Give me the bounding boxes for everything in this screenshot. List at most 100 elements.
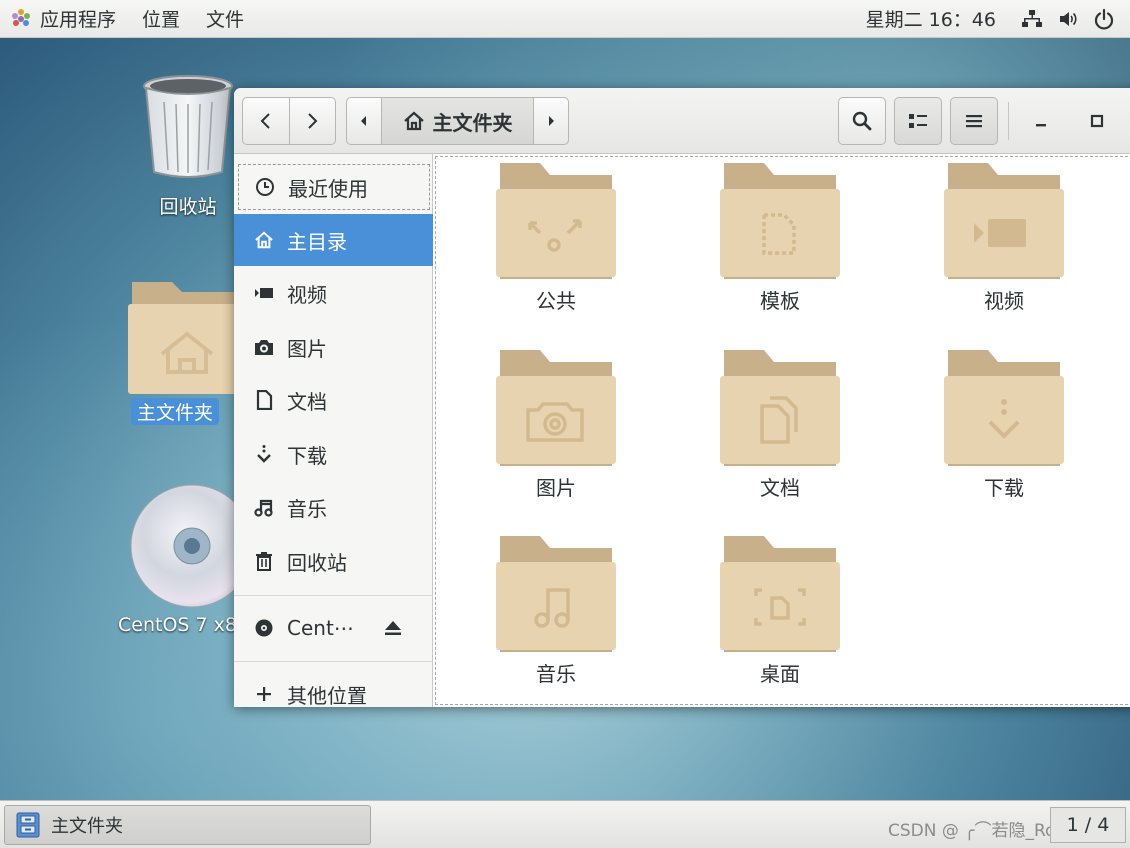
desktop-home-label: 主文件夹 xyxy=(130,398,219,425)
sidebar-item-downloads[interactable]: 下载 xyxy=(234,428,433,480)
path-scroll-right-button[interactable] xyxy=(534,98,568,144)
sidebar-item-label: 其他位置 xyxy=(287,683,367,708)
sidebar-item-label: 图片 xyxy=(287,336,327,361)
folder-documents[interactable]: 文档 xyxy=(710,348,850,501)
files-label: 文件 xyxy=(206,9,245,31)
minimize-button[interactable] xyxy=(1026,106,1056,136)
maximize-icon xyxy=(1090,114,1104,128)
eject-icon[interactable] xyxy=(383,619,403,637)
camera-folder-icon xyxy=(496,350,616,466)
file-manager-window: 主文件夹 最近使用 主目录 视频 图片 文档 下载 音乐 回收站 Cent⋯ 其… xyxy=(234,88,1130,707)
sidebar-item-disc[interactable]: Cent⋯ xyxy=(234,602,433,654)
folder-music[interactable]: 音乐 xyxy=(486,534,626,687)
power-icon[interactable] xyxy=(1092,7,1116,31)
sidebar-divider xyxy=(234,661,433,662)
folder-label: 模板 xyxy=(760,289,800,313)
maximize-button[interactable] xyxy=(1082,106,1112,136)
sidebar-item-label: 文档 xyxy=(287,389,327,414)
sidebar-item-documents[interactable]: 文档 xyxy=(234,374,433,426)
optical-disc-icon xyxy=(130,484,244,608)
document-folder-icon xyxy=(720,350,840,466)
folder-label: 下载 xyxy=(984,476,1024,500)
folder-label: 音乐 xyxy=(536,662,576,686)
volume-icon[interactable] xyxy=(1056,7,1080,31)
folder-pictures[interactable]: 图片 xyxy=(486,348,626,501)
taskbar-window-label: 主文件夹 xyxy=(51,816,123,837)
places-menu[interactable]: 位置 xyxy=(129,0,193,38)
sidebar-item-music[interactable]: 音乐 xyxy=(234,481,433,533)
home-icon xyxy=(403,111,424,131)
sidebar-divider xyxy=(234,595,433,596)
path-home-button[interactable]: 主文件夹 xyxy=(381,98,534,144)
triangle-right-icon xyxy=(549,116,554,126)
desktop-trash-label: 回收站 xyxy=(159,196,217,218)
header-separator xyxy=(1008,102,1009,140)
files-menu[interactable]: 文件 xyxy=(193,0,257,38)
minimize-icon xyxy=(1036,124,1046,127)
trash-icon xyxy=(253,550,275,572)
sidebar-item-trash[interactable]: 回收站 xyxy=(234,535,433,587)
workspace-pager-label: 1 / 4 xyxy=(1066,814,1110,836)
back-button[interactable] xyxy=(243,98,289,144)
places-label: 位置 xyxy=(142,9,181,31)
network-icon[interactable] xyxy=(1020,7,1044,31)
forward-button[interactable] xyxy=(288,98,336,144)
music-icon xyxy=(253,496,275,518)
search-button[interactable] xyxy=(838,97,886,145)
template-folder-icon xyxy=(720,163,840,279)
clock[interactable]: 星期二 16：46 xyxy=(848,5,1014,32)
folder-desktop[interactable]: 桌面 xyxy=(710,534,850,687)
camera-icon xyxy=(253,336,275,358)
path-scroll-left-button[interactable] xyxy=(347,98,381,144)
document-icon xyxy=(253,389,275,411)
search-icon xyxy=(852,111,872,131)
sidebar-item-videos[interactable]: 视频 xyxy=(234,267,433,319)
forward-icon xyxy=(308,113,318,129)
menu-button[interactable] xyxy=(950,97,998,145)
sidebar-item-label: 视频 xyxy=(287,282,327,307)
header-bar: 主文件夹 xyxy=(234,88,1130,154)
sidebar-item-label: 最近使用 xyxy=(288,176,368,201)
video-folder-icon xyxy=(944,163,1064,279)
sidebar-item-label: Cent⋯ xyxy=(287,616,354,640)
sidebar-item-home[interactable]: 主目录 xyxy=(234,214,433,266)
folder-templates[interactable]: 模板 xyxy=(710,161,850,314)
sidebar-item-other-locations[interactable]: 其他位置 xyxy=(234,668,433,707)
sidebar-item-label: 音乐 xyxy=(287,496,327,521)
desktop-folder-icon xyxy=(720,536,840,652)
share-folder-icon xyxy=(496,163,616,279)
music-folder-icon xyxy=(496,536,616,652)
path-current-label: 主文件夹 xyxy=(432,110,513,135)
sidebar-item-recent[interactable]: 最近使用 xyxy=(238,164,430,210)
applications-icon xyxy=(12,8,30,26)
sidebar: 最近使用 主目录 视频 图片 文档 下载 音乐 回收站 Cent⋯ 其他位置 xyxy=(234,154,433,707)
folder-public[interactable]: 公共 xyxy=(486,161,626,314)
navigation-buttons xyxy=(242,97,336,145)
folder-label: 桌面 xyxy=(760,662,800,686)
applications-menu[interactable]: 应用程序 xyxy=(0,0,129,38)
view-toggle-button[interactable] xyxy=(894,97,942,145)
hamburger-menu-icon xyxy=(966,115,982,128)
plus-icon xyxy=(253,683,275,705)
folder-label: 视频 xyxy=(984,289,1024,313)
folder-label: 文档 xyxy=(760,476,800,500)
sidebar-item-pictures[interactable]: 图片 xyxy=(234,321,433,373)
workspace-pager[interactable]: 1 / 4 xyxy=(1050,807,1126,843)
desktop-home-folder[interactable]: 主文件夹 xyxy=(128,278,246,425)
clock-icon xyxy=(254,176,276,198)
disc-icon xyxy=(253,617,275,639)
bottom-panel: 主文件夹 CSDN @ ╭⌒若隐_RowYet 1 / 4 xyxy=(0,800,1130,848)
file-cabinet-icon xyxy=(16,812,40,838)
folder-downloads[interactable]: 下载 xyxy=(934,348,1074,501)
desktop-trash[interactable]: 回收站 xyxy=(140,72,236,219)
folder-label: 公共 xyxy=(536,289,576,313)
desktop-disc-label: CentOS 7 x86 xyxy=(118,614,250,636)
taskbar-window-button[interactable]: 主文件夹 xyxy=(4,805,371,845)
path-bar: 主文件夹 xyxy=(346,97,569,145)
sidebar-item-label: 主目录 xyxy=(287,229,347,254)
file-view[interactable]: 公共 模板 视频 图片 文档 下载 音乐 桌面 xyxy=(433,154,1130,707)
video-icon xyxy=(253,282,275,304)
download-folder-icon xyxy=(944,350,1064,466)
folder-videos[interactable]: 视频 xyxy=(934,161,1074,314)
desktop-disc[interactable]: CentOS 7 x86 xyxy=(108,484,249,636)
